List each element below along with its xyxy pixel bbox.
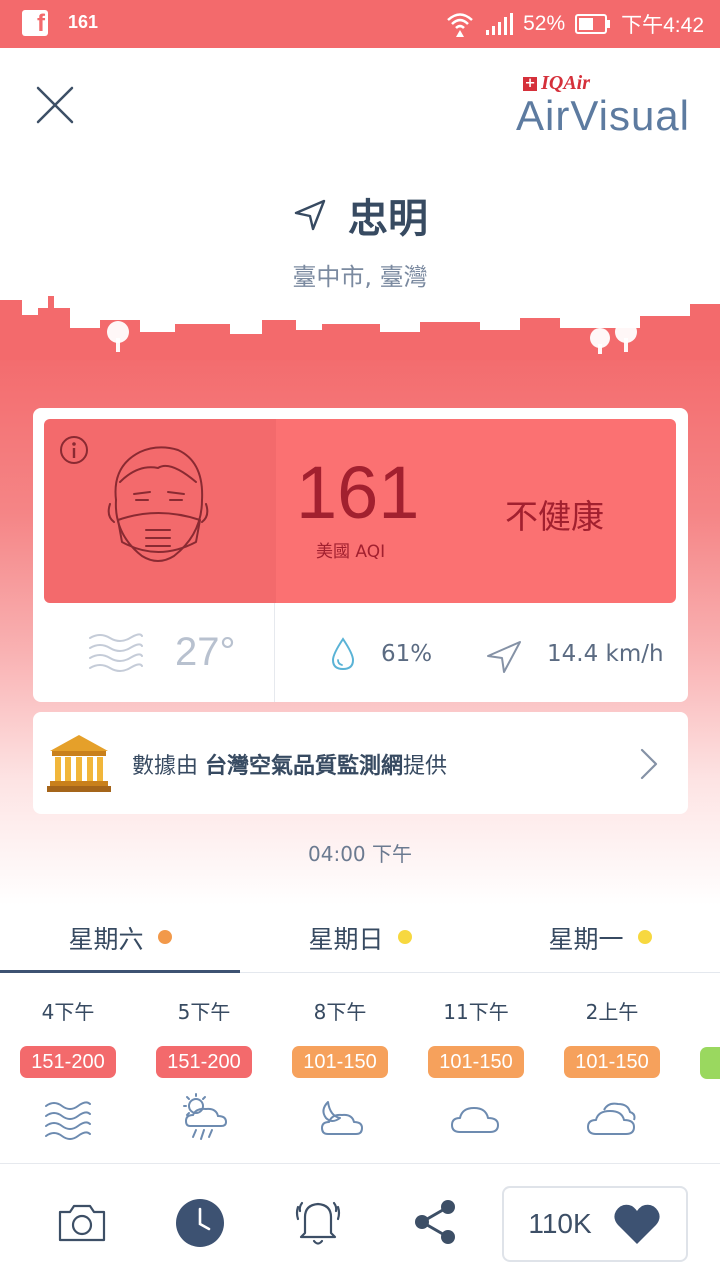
tab-sunday[interactable]: 星期日 bbox=[240, 920, 480, 972]
aqi-status: 不健康 bbox=[505, 497, 604, 536]
haze-icon bbox=[89, 633, 143, 672]
wifi-icon bbox=[447, 13, 473, 37]
temperature-value: 27° bbox=[175, 630, 236, 674]
close-icon[interactable] bbox=[32, 82, 78, 128]
battery-icon bbox=[575, 14, 611, 34]
update-time: 04:00 下午 bbox=[308, 842, 412, 866]
forecast-hour[interactable]: 8下午 101-150 bbox=[272, 996, 408, 1144]
aqi-dot bbox=[397, 930, 412, 944]
government-building-icon bbox=[47, 735, 111, 792]
moon-cloud-icon bbox=[321, 1101, 363, 1135]
data-source-name[interactable]: 台灣空氣品質監測網 bbox=[205, 754, 403, 779]
data-source-text: 數據由 台灣空氣品質監測網提供 bbox=[132, 754, 448, 779]
location-name: 忠明 bbox=[348, 196, 428, 242]
info-icon[interactable] bbox=[58, 434, 90, 466]
forecast-time: 5下午 bbox=[177, 1000, 231, 1024]
location-row: 忠明 bbox=[0, 186, 720, 244]
aqi-dot bbox=[157, 930, 172, 944]
tab-label: 星期日 bbox=[308, 925, 384, 954]
favorites-count: 110K bbox=[528, 1208, 592, 1239]
forecast-hour[interactable]: 4下午 151-200 bbox=[0, 996, 136, 1144]
location-region: 臺中市, 臺灣 bbox=[292, 263, 428, 291]
aqi-unit: 美國 AQI bbox=[316, 542, 386, 562]
forecast-aqi-badge: 151-200 bbox=[156, 1046, 252, 1078]
tab-label: 星期一 bbox=[548, 925, 624, 954]
signal-icon bbox=[486, 13, 514, 35]
active-tab-indicator bbox=[0, 970, 240, 973]
sun-cloud-rain-icon bbox=[183, 1093, 228, 1140]
forecast-aqi-badge-partial bbox=[700, 1047, 720, 1079]
battery-level: 52% bbox=[523, 12, 566, 35]
wind-speed-value: 14.4 km/h bbox=[547, 641, 664, 667]
forecast-aqi-badge: 151-200 bbox=[20, 1046, 116, 1078]
forecast-aqi-badge: 101-150 bbox=[428, 1046, 524, 1078]
forecast-time: 4下午 bbox=[41, 1000, 95, 1024]
favorites-button[interactable]: 110K bbox=[502, 1186, 688, 1262]
city-skyline bbox=[0, 296, 720, 360]
haze-icon bbox=[45, 1101, 91, 1140]
heart-icon bbox=[614, 1204, 660, 1244]
tab-label: 星期六 bbox=[68, 925, 144, 954]
divider bbox=[274, 603, 275, 702]
forecast-hour[interactable]: 5下午 151-200 bbox=[136, 996, 272, 1144]
status-bar: f 161 52% 下午4:42 bbox=[0, 0, 720, 48]
tab-monday[interactable]: 星期一 bbox=[480, 920, 720, 972]
face-mask-icon bbox=[107, 446, 209, 562]
wind-direction-icon bbox=[487, 641, 521, 673]
share-icon[interactable] bbox=[410, 1197, 460, 1247]
notification-count: 161 bbox=[68, 12, 99, 32]
bottom-bar-divider bbox=[0, 1163, 720, 1164]
clock: 下午4:42 bbox=[621, 14, 704, 37]
aqi-value: 161 bbox=[296, 451, 420, 534]
camera-icon[interactable] bbox=[56, 1198, 108, 1246]
location-arrow-icon bbox=[294, 199, 326, 231]
app-name: AirVisual bbox=[516, 92, 690, 139]
forecast-aqi-badge: 101-150 bbox=[564, 1046, 660, 1078]
humidity-icon bbox=[331, 637, 355, 671]
chevron-right-icon[interactable] bbox=[634, 744, 662, 784]
brand-logo: + IQAir AirVisual bbox=[500, 68, 690, 140]
forecast-hour[interactable]: 2上午 101-150 bbox=[544, 996, 680, 1144]
facebook-icon: f bbox=[22, 10, 48, 36]
forecast-time: 8下午 bbox=[313, 1000, 367, 1024]
cloud-icon bbox=[451, 1107, 499, 1133]
tab-saturday[interactable]: 星期六 bbox=[0, 920, 240, 972]
forecast-time: 2上午 bbox=[585, 1000, 639, 1024]
forecast-aqi-badge: 101-150 bbox=[292, 1046, 388, 1078]
history-clock-icon[interactable] bbox=[174, 1197, 226, 1249]
clouds-icon bbox=[587, 1102, 636, 1135]
forecast-time: 11下午 bbox=[443, 1000, 509, 1024]
forecast-hour[interactable]: 11下午 101-150 bbox=[408, 996, 544, 1144]
humidity-value: 61% bbox=[381, 641, 433, 667]
aqi-dot bbox=[637, 930, 652, 944]
bell-alert-icon[interactable] bbox=[290, 1193, 346, 1249]
swiss-cross-icon: + bbox=[523, 75, 538, 91]
